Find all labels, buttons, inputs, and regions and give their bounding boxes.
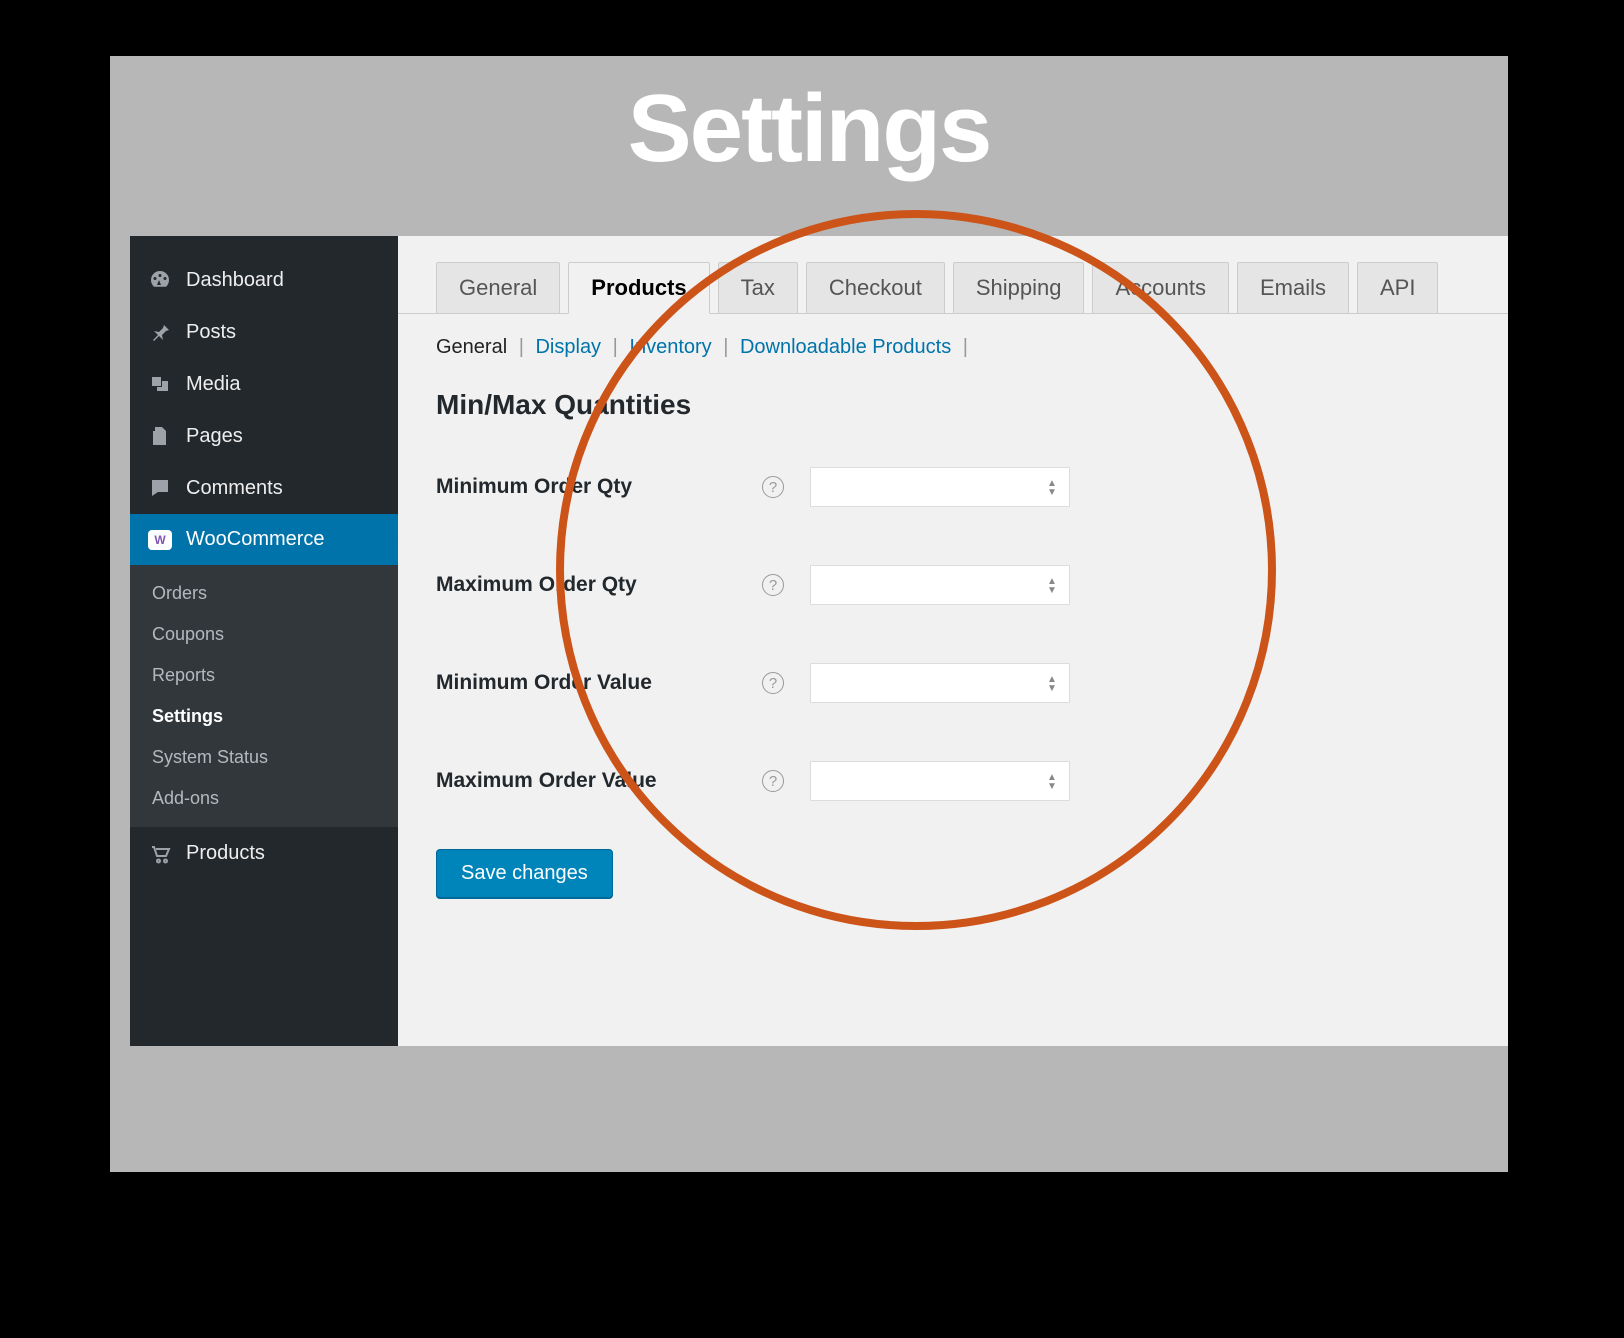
row-max-order-qty: Maximum Order Qty ? ▲▼ bbox=[398, 547, 1508, 645]
input-min-order-qty[interactable]: ▲▼ bbox=[810, 467, 1070, 507]
help-icon[interactable]: ? bbox=[762, 672, 784, 694]
submenu-system-status[interactable]: System Status bbox=[130, 737, 398, 778]
label-min-order-qty: Minimum Order Qty bbox=[436, 475, 736, 499]
submenu-coupons[interactable]: Coupons bbox=[130, 614, 398, 655]
tab-products[interactable]: Products bbox=[568, 262, 709, 314]
submenu-orders[interactable]: Orders bbox=[130, 573, 398, 614]
pages-icon bbox=[148, 424, 172, 448]
label-max-order-value: Maximum Order Value bbox=[436, 769, 736, 793]
products-subtabs: General | Display | Inventory | Download… bbox=[398, 314, 1508, 381]
pin-icon bbox=[148, 320, 172, 344]
settings-tabs: General Products Tax Checkout Shipping A… bbox=[398, 262, 1508, 314]
input-min-order-value[interactable]: ▲▼ bbox=[810, 663, 1070, 703]
sidebar-item-pages[interactable]: Pages bbox=[130, 410, 398, 462]
sidebar-item-media[interactable]: Media bbox=[130, 358, 398, 410]
label-min-order-value: Minimum Order Value bbox=[436, 671, 736, 695]
sidebar-item-comments[interactable]: Comments bbox=[130, 462, 398, 514]
tab-accounts[interactable]: Accounts bbox=[1092, 262, 1229, 313]
comment-icon bbox=[148, 476, 172, 500]
tab-shipping[interactable]: Shipping bbox=[953, 262, 1085, 313]
subtab-inventory[interactable]: Inventory bbox=[629, 336, 711, 358]
submenu-add-ons[interactable]: Add-ons bbox=[130, 778, 398, 819]
label-max-order-qty: Maximum Order Qty bbox=[436, 573, 736, 597]
sidebar-item-dashboard[interactable]: Dashboard bbox=[130, 254, 398, 306]
number-stepper-icon[interactable]: ▲▼ bbox=[1047, 768, 1063, 796]
input-max-order-qty[interactable]: ▲▼ bbox=[810, 565, 1070, 605]
separator: | bbox=[723, 336, 728, 358]
save-button[interactable]: Save changes bbox=[436, 849, 613, 898]
section-title: Min/Max Quantities bbox=[398, 381, 1508, 449]
woo-icon: W bbox=[148, 530, 172, 550]
separator: | bbox=[963, 336, 968, 358]
sidebar-item-label: Posts bbox=[186, 321, 236, 344]
sidebar-item-label: Media bbox=[186, 373, 240, 396]
sidebar-item-label: Comments bbox=[186, 477, 283, 500]
sidebar-item-posts[interactable]: Posts bbox=[130, 306, 398, 358]
separator: | bbox=[613, 336, 618, 358]
submenu-reports[interactable]: Reports bbox=[130, 655, 398, 696]
subtab-general[interactable]: General bbox=[436, 336, 507, 358]
frame-title: Settings bbox=[110, 56, 1508, 212]
subtab-downloadable[interactable]: Downloadable Products bbox=[740, 336, 951, 358]
media-icon bbox=[148, 372, 172, 396]
sidebar-item-label: Products bbox=[186, 842, 265, 865]
woocommerce-submenu: Orders Coupons Reports Settings System S… bbox=[130, 565, 398, 827]
submenu-settings[interactable]: Settings bbox=[130, 696, 398, 737]
tab-checkout[interactable]: Checkout bbox=[806, 262, 945, 313]
number-stepper-icon[interactable]: ▲▼ bbox=[1047, 670, 1063, 698]
sidebar-item-label: WooCommerce bbox=[186, 528, 325, 551]
dashboard-icon bbox=[148, 268, 172, 292]
tab-api[interactable]: API bbox=[1357, 262, 1438, 313]
help-icon[interactable]: ? bbox=[762, 770, 784, 792]
tab-tax[interactable]: Tax bbox=[718, 262, 798, 313]
row-max-order-value: Maximum Order Value ? ▲▼ bbox=[398, 743, 1508, 841]
help-icon[interactable]: ? bbox=[762, 476, 784, 498]
tab-general[interactable]: General bbox=[436, 262, 560, 313]
row-min-order-value: Minimum Order Value ? ▲▼ bbox=[398, 645, 1508, 743]
presentation-frame: Settings Dashboard Posts Media Pages bbox=[110, 56, 1508, 1172]
sidebar-item-products[interactable]: Products bbox=[130, 827, 398, 879]
sidebar-item-label: Pages bbox=[186, 425, 243, 448]
number-stepper-icon[interactable]: ▲▼ bbox=[1047, 572, 1063, 600]
number-stepper-icon[interactable]: ▲▼ bbox=[1047, 474, 1063, 502]
tab-emails[interactable]: Emails bbox=[1237, 262, 1349, 313]
help-icon[interactable]: ? bbox=[762, 574, 784, 596]
app-window: Dashboard Posts Media Pages Comments W W… bbox=[130, 236, 1508, 1046]
sidebar-item-woocommerce[interactable]: W WooCommerce bbox=[130, 514, 398, 565]
main-content: General Products Tax Checkout Shipping A… bbox=[398, 236, 1508, 1046]
admin-sidebar: Dashboard Posts Media Pages Comments W W… bbox=[130, 236, 398, 1046]
subtab-display[interactable]: Display bbox=[535, 336, 601, 358]
cart-icon bbox=[148, 841, 172, 865]
input-max-order-value[interactable]: ▲▼ bbox=[810, 761, 1070, 801]
sidebar-item-label: Dashboard bbox=[186, 269, 284, 292]
separator: | bbox=[519, 336, 524, 358]
row-min-order-qty: Minimum Order Qty ? ▲▼ bbox=[398, 449, 1508, 547]
